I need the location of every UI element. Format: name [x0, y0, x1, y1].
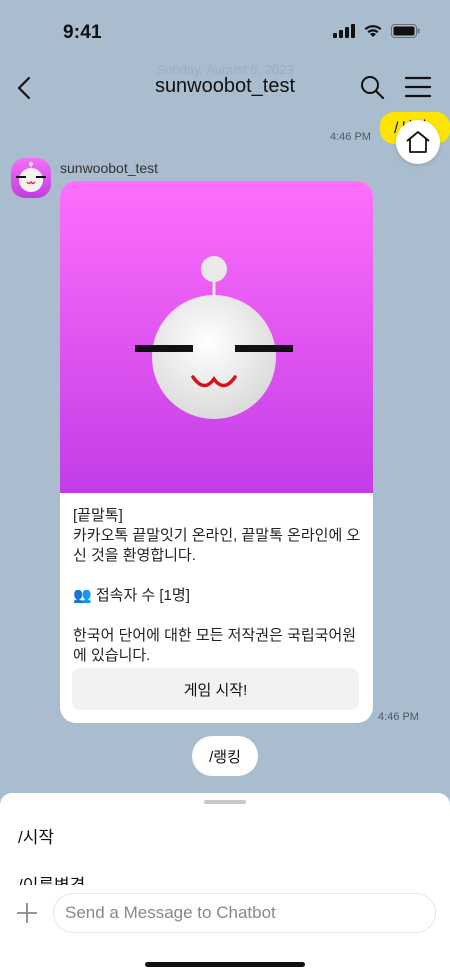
wifi-icon: [364, 25, 382, 37]
home-indicator: [145, 962, 305, 967]
search-icon[interactable]: [359, 74, 385, 100]
card-line: 한국어 단어에 대한 모든 저작권은 국립국어원에 있습니다.: [73, 627, 357, 664]
status-bar: 9:41: [0, 0, 450, 60]
hamburger-menu-icon[interactable]: [404, 75, 432, 99]
robot-mascot-image: [135, 256, 293, 419]
robot-face-icon: [16, 162, 46, 192]
home-button[interactable]: [396, 120, 440, 164]
sender-name: sunwoobot_test: [60, 160, 159, 176]
sent-message-time: 4:46 PM: [330, 131, 371, 143]
command-item-rename[interactable]: /이름변경: [18, 871, 85, 885]
status-time: 9:41: [63, 22, 102, 43]
bot-message-time: 4:46 PM: [378, 711, 419, 723]
command-item-start[interactable]: /시작: [18, 823, 54, 848]
card-description: [끝말톡] 카카오톡 끝말잇기 온라인, 끝말톡 온라인에 오신 것을 환영합니…: [73, 506, 363, 666]
quick-reply-ranking[interactable]: /랭킹: [192, 736, 258, 776]
start-game-button[interactable]: 게임 시작!: [72, 668, 359, 710]
bot-message-card: [끝말톡] 카카오톡 끝말잇기 온라인, 끝말톡 온라인에 오신 것을 환영합니…: [60, 181, 373, 723]
chat-header: Sunday, August 6, 2023 sunwoobot_test: [0, 60, 450, 116]
plus-icon[interactable]: [15, 901, 39, 925]
signal-icon: [333, 24, 355, 38]
message-input[interactable]: [53, 893, 436, 933]
card-line: [끝말톡]: [73, 507, 123, 524]
sheet-drag-handle[interactable]: [204, 800, 246, 804]
home-icon: [406, 131, 430, 153]
battery-icon: [391, 24, 420, 38]
status-icons: [333, 24, 420, 38]
bot-avatar[interactable]: [11, 158, 51, 198]
card-line: 👥 접속자 수 [1명]: [73, 587, 190, 604]
card-line: 카카오톡 끝말잇기 온라인, 끝말톡 온라인에 오신 것을 환영합니다.: [73, 527, 361, 564]
card-image: [60, 181, 373, 493]
